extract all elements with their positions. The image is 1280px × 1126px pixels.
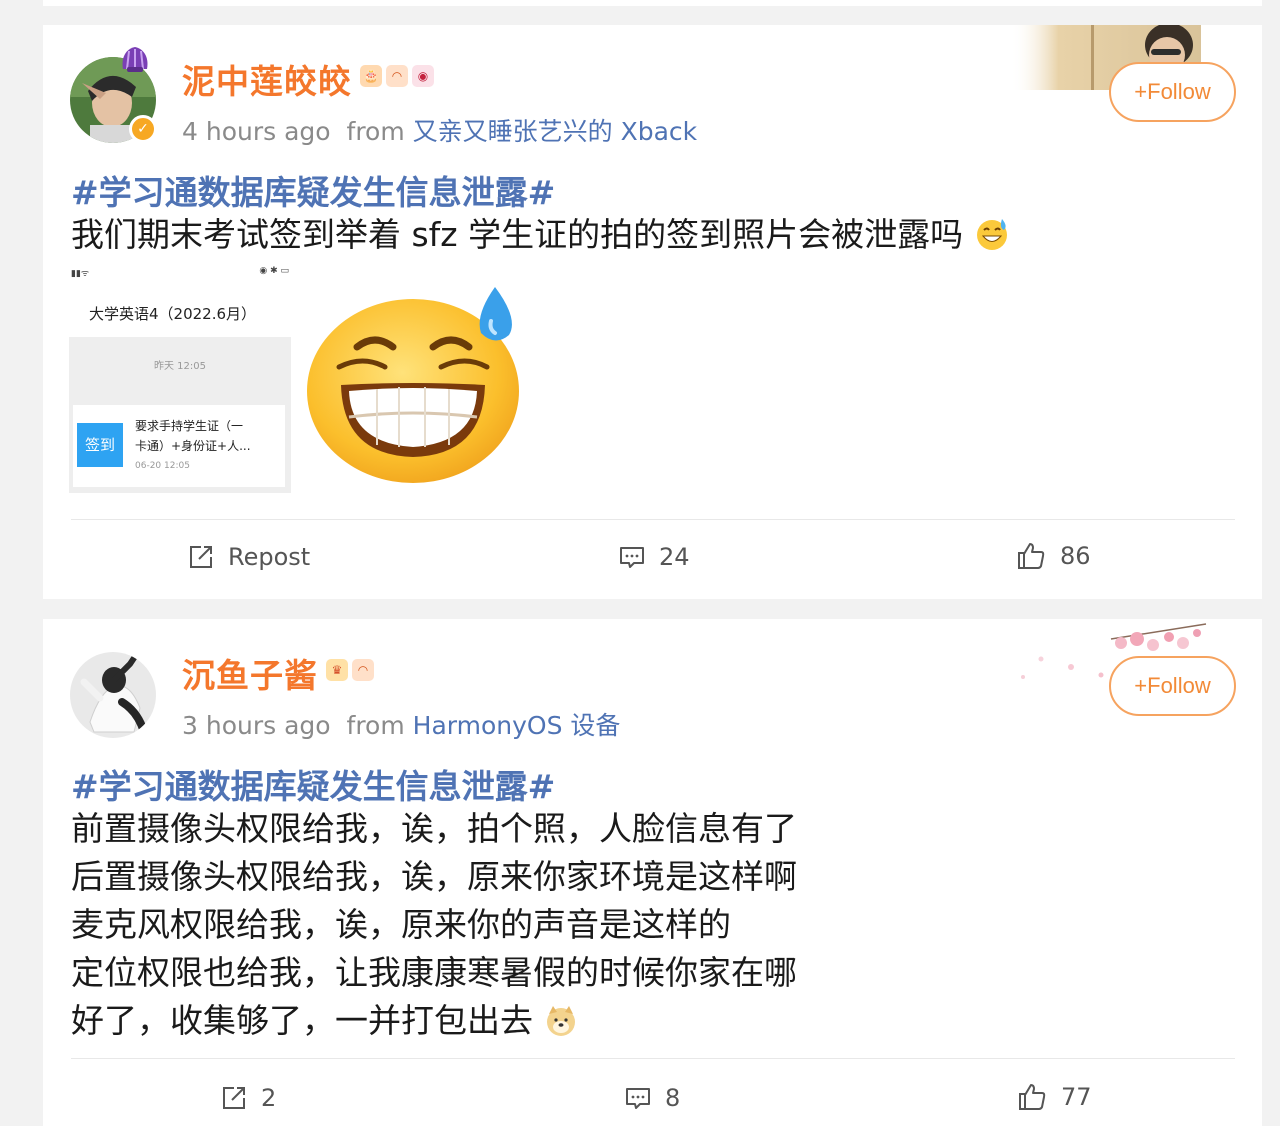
post-meta: 3 hours ago from HarmonyOS 设备 (182, 706, 620, 742)
checkin-text-1: 要求手持学生证（一 (135, 419, 244, 433)
post-text-line: 好了，收集够了，一并打包出去 (71, 1001, 533, 1040)
chat-area: 昨天 12:05 签到 要求手持学生证（一 卡通）+身份证+人... 06-20… (69, 337, 291, 493)
post-card[interactable]: 沉鱼子酱 ♛ ◠ 3 hours ago from HarmonyOS 设备 +… (43, 619, 1262, 1126)
username[interactable]: 沉鱼子酱 (182, 649, 318, 697)
grinning-sweat-emoji-icon[interactable] (305, 285, 525, 485)
fan-badge-icon: ◠ (352, 659, 374, 681)
post-text-line: 后置摄像头权限给我，诶，原来你家环境是这样啊 (71, 857, 797, 896)
topic-hashtag[interactable]: #学习通数据库疑发生信息泄露# (71, 166, 555, 214)
course-title: 大学英语4（2022.6月） (89, 305, 257, 323)
post-text: 我们期末考试签到举着 sfz 学生证的拍的签到照片会被泄露吗 (71, 211, 1010, 259)
post-source-link[interactable]: HarmonyOS 设备 (413, 711, 621, 740)
from-label: from (346, 117, 405, 146)
like-action[interactable]: 86 (1016, 541, 1091, 571)
follow-button[interactable]: +Follow (1109, 62, 1236, 122)
repost-count: 2 (261, 1084, 277, 1112)
like-action[interactable]: 77 (1017, 1082, 1092, 1112)
comment-count: 24 (659, 543, 690, 571)
like-count: 77 (1061, 1083, 1092, 1111)
cake-badge-icon: 🎂 (360, 65, 382, 87)
post-text-line: 定位权限也给我，让我康康寒暑假的时候你家在哪 (71, 953, 797, 992)
chat-timestamp: 昨天 12:05 (154, 361, 206, 372)
previous-post-card-edge (43, 0, 1262, 6)
doge-emoji-icon (546, 1006, 575, 1036)
repost-icon (190, 546, 212, 568)
checkin-date: 06-20 12:05 (135, 461, 190, 471)
thumbs-up-icon (1018, 543, 1045, 569)
repost-icon (223, 1087, 245, 1109)
comment-action[interactable]: 8 (625, 1084, 680, 1112)
comment-icon (626, 1088, 650, 1109)
topic-hashtag[interactable]: #学习通数据库疑发生信息泄露# (71, 760, 555, 808)
checkin-button: 签到 (77, 423, 123, 467)
post-text-line: 麦克风权限给我，诶，原来你的声音是这样的 (71, 905, 731, 944)
post-time: 4 hours ago (182, 117, 331, 146)
user-badges: 🎂 ◠ ◉ (360, 65, 434, 87)
comment-icon (620, 547, 644, 568)
post-source-link[interactable]: 又亲又睡张艺兴的 Xback (413, 117, 698, 146)
user-badges: ♛ ◠ (326, 659, 374, 681)
fan-badge-icon: ◠ (386, 65, 408, 87)
divider (71, 519, 1235, 520)
post-text-line: 我们期末考试签到举着 sfz 学生证的拍的签到照片会被泄露吗 (71, 215, 964, 254)
repost-label: Repost (228, 543, 311, 571)
like-count: 86 (1060, 542, 1091, 570)
repost-action[interactable]: 2 (221, 1084, 276, 1112)
repost-action[interactable]: Repost (188, 543, 310, 571)
thumbs-up-icon (1019, 1084, 1046, 1110)
verified-badge-icon: ✓ (129, 115, 157, 143)
embedded-screenshot-image[interactable]: ▮▮ᯤ ◉ ✱ ▭ 大学英语4（2022.6月） 昨天 12:05 签到 要求手… (69, 265, 293, 493)
follow-button[interactable]: +Follow (1109, 656, 1236, 716)
post-text-line: 前置摄像头权限给我，诶，拍个照，人脸信息有了 (71, 809, 797, 848)
post-text: 前置摄像头权限给我，诶，拍个照，人脸信息有了 后置摄像头权限给我，诶，原来你家环… (71, 805, 797, 1045)
username[interactable]: 泥中莲皎皎 (182, 55, 352, 103)
checkin-message: 签到 要求手持学生证（一 卡通）+身份证+人... 06-20 12:05 (73, 405, 285, 487)
seashell-badge-icon (122, 47, 148, 72)
grinning-sweat-emoji-icon (976, 219, 1007, 250)
checkin-text-2: 卡通）+身份证+人... (135, 439, 251, 453)
post-card[interactable]: ✓ 泥中莲皎皎 🎂 ◠ ◉ 4 hours ago from 又亲又睡张艺兴的 … (43, 25, 1262, 599)
post-time: 3 hours ago (182, 711, 331, 740)
user-avatar[interactable] (70, 652, 156, 738)
comment-count: 8 (665, 1084, 681, 1112)
divider (71, 1058, 1235, 1059)
post-meta: 4 hours ago from 又亲又睡张艺兴的 Xback (182, 112, 697, 148)
comment-action[interactable]: 24 (619, 543, 690, 571)
status-bar: ▮▮ᯤ ◉ ✱ ▭ (71, 266, 289, 279)
from-label: from (346, 711, 405, 740)
crown-badge-icon: ♛ (326, 659, 348, 681)
eye-badge-icon: ◉ (412, 65, 434, 87)
